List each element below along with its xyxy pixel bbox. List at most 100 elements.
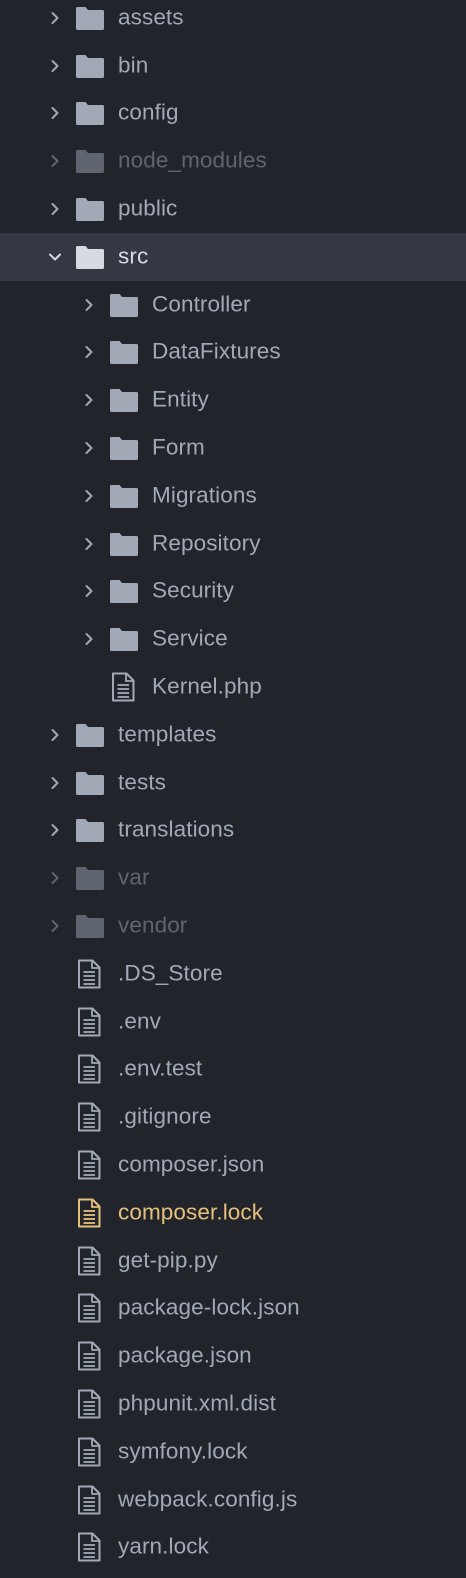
folder-row-translations[interactable]: translations xyxy=(0,807,466,855)
file-text-icon xyxy=(76,1293,102,1323)
chevron-right-icon[interactable] xyxy=(82,584,96,598)
folder-label: config xyxy=(118,99,179,125)
file-label: phpunit.xml.dist xyxy=(118,1390,276,1416)
folder-icon xyxy=(75,913,105,939)
file-label: symfony.lock xyxy=(118,1438,248,1464)
file-label: package.json xyxy=(118,1342,252,1368)
chevron-right-icon[interactable] xyxy=(48,59,62,73)
chevron-right-icon[interactable] xyxy=(48,106,62,120)
folder-row-node-modules[interactable]: node_modules xyxy=(0,137,466,185)
folder-icon xyxy=(109,435,139,461)
folder-row-form[interactable]: Form xyxy=(0,424,466,472)
file-row-symfony-lock[interactable]: symfony.lock xyxy=(0,1428,466,1476)
folder-row-var[interactable]: var xyxy=(0,854,466,902)
file-text-icon xyxy=(76,1007,102,1037)
chevron-right-icon[interactable] xyxy=(48,728,62,742)
folder-label: Form xyxy=(152,434,205,460)
folder-icon xyxy=(109,483,139,509)
chevron-right-icon[interactable] xyxy=(82,345,96,359)
file-label: package-lock.json xyxy=(118,1294,300,1320)
file-row-package-lock-json[interactable]: package-lock.json xyxy=(0,1285,466,1333)
chevron-right-icon[interactable] xyxy=(48,823,62,837)
folder-row-bin[interactable]: bin xyxy=(0,42,466,90)
file-row-ds-store[interactable]: .DS_Store xyxy=(0,950,466,998)
file-row-kernel-php[interactable]: Kernel.php xyxy=(0,663,466,711)
folder-row-security[interactable]: Security xyxy=(0,568,466,616)
folder-icon xyxy=(75,770,105,796)
file-text-icon xyxy=(76,1198,102,1228)
folder-row-tests[interactable]: tests xyxy=(0,759,466,807)
folder-row-service[interactable]: Service xyxy=(0,615,466,663)
file-label: Kernel.php xyxy=(152,673,262,699)
file-text-icon xyxy=(76,1389,102,1419)
folder-row-repository[interactable]: Repository xyxy=(0,520,466,568)
chevron-right-icon[interactable] xyxy=(48,919,62,933)
folder-label: Security xyxy=(152,577,235,603)
file-text-icon xyxy=(76,1341,102,1371)
file-row-webpack-config-js[interactable]: webpack.config.js xyxy=(0,1476,466,1524)
file-tree: assets bin config node_modulespublic src Cont… xyxy=(0,0,466,1571)
folder-row-src[interactable]: src xyxy=(0,232,466,281)
chevron-right-icon[interactable] xyxy=(48,202,62,216)
folder-row-datafixtures[interactable]: DataFixtures xyxy=(0,329,466,377)
file-label: webpack.config.js xyxy=(118,1486,298,1512)
file-text-icon xyxy=(76,1102,102,1132)
chevron-right-icon[interactable] xyxy=(48,776,62,790)
chevron-right-icon[interactable] xyxy=(82,393,96,407)
folder-label: node_modules xyxy=(118,147,267,173)
folder-icon xyxy=(75,100,105,126)
file-row-phpunit-xml-dist[interactable]: phpunit.xml.dist xyxy=(0,1380,466,1428)
chevron-right-icon[interactable] xyxy=(82,632,96,646)
file-row-env-test[interactable]: .env.test xyxy=(0,1046,466,1094)
folder-row-public[interactable]: public xyxy=(0,185,466,233)
folder-row-assets[interactable]: assets xyxy=(0,0,466,42)
folder-icon xyxy=(109,578,139,604)
file-text-icon xyxy=(76,1485,102,1515)
folder-icon xyxy=(75,5,105,31)
folder-icon xyxy=(109,387,139,413)
folder-row-templates[interactable]: templates xyxy=(0,711,466,759)
file-row-package-json[interactable]: package.json xyxy=(0,1332,466,1380)
folder-label: public xyxy=(118,195,178,221)
file-label: .env.test xyxy=(118,1055,203,1081)
file-label: .DS_Store xyxy=(118,960,223,986)
chevron-right-icon[interactable] xyxy=(48,871,62,885)
file-label: composer.json xyxy=(118,1151,265,1177)
file-text-icon xyxy=(76,1054,102,1084)
chevron-right-icon[interactable] xyxy=(48,11,62,25)
folder-label: tests xyxy=(118,769,167,795)
folder-icon xyxy=(75,53,105,79)
folder-label: vendor xyxy=(118,912,188,938)
file-row-yarn-lock[interactable]: yarn.lock xyxy=(0,1524,466,1572)
folder-icon xyxy=(75,148,105,174)
folder-icon xyxy=(109,626,139,652)
file-row-composer-json[interactable]: composer.json xyxy=(0,1141,466,1189)
file-label: yarn.lock xyxy=(118,1533,209,1559)
chevron-right-icon[interactable] xyxy=(82,537,96,551)
folder-label: Entity xyxy=(152,386,209,412)
folder-label: var xyxy=(118,864,150,890)
folder-row-entity[interactable]: Entity xyxy=(0,376,466,424)
folder-row-vendor[interactable]: vendor xyxy=(0,902,466,950)
file-label: get-pip.py xyxy=(118,1247,218,1273)
file-label: .env xyxy=(118,1008,161,1034)
chevron-down-icon[interactable] xyxy=(48,250,62,264)
chevron-right-icon[interactable] xyxy=(48,154,62,168)
file-row-get-pip-py[interactable]: get-pip.py xyxy=(0,1237,466,1285)
chevron-right-icon[interactable] xyxy=(82,489,96,503)
file-text-icon xyxy=(76,1246,102,1276)
folder-label: Migrations xyxy=(152,482,257,508)
folder-label: DataFixtures xyxy=(152,338,281,364)
file-row-composer-lock[interactable]: composer.lock xyxy=(0,1189,466,1237)
chevron-right-icon[interactable] xyxy=(82,441,96,455)
folder-row-migrations[interactable]: Migrations xyxy=(0,472,466,520)
folder-label: bin xyxy=(118,52,149,78)
folder-row-config[interactable]: config xyxy=(0,90,466,138)
folder-row-controller[interactable]: Controller xyxy=(0,281,466,329)
file-row-env[interactable]: .env xyxy=(0,998,466,1046)
folder-open-icon xyxy=(75,244,105,270)
chevron-right-icon[interactable] xyxy=(82,298,96,312)
folder-icon xyxy=(75,722,105,748)
file-row-gitignore[interactable]: .gitignore xyxy=(0,1093,466,1141)
folder-label: src xyxy=(118,243,149,269)
